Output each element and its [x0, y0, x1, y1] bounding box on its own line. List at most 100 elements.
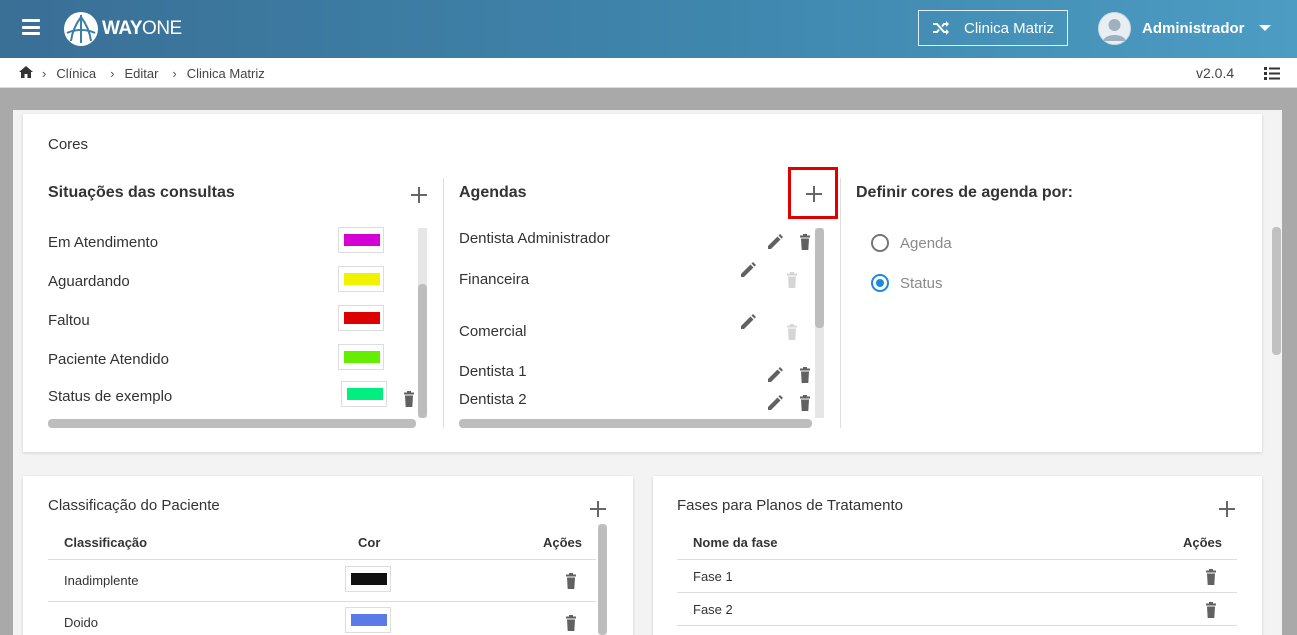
agenda-label: Financeira	[459, 271, 530, 288]
user-name: Administrador	[1142, 19, 1245, 37]
chevron-right-icon: ›	[110, 66, 115, 81]
color-fill	[344, 234, 380, 246]
pencil-icon[interactable]	[739, 313, 757, 331]
column-header: Cor	[358, 535, 381, 550]
hamburger-icon[interactable]	[22, 19, 40, 35]
breadcrumb-editar[interactable]: Editar	[124, 66, 158, 81]
pencil-icon[interactable]	[766, 394, 784, 412]
column-header: Ações	[1183, 535, 1223, 550]
divider	[443, 178, 444, 428]
column-header: Nome da fase	[693, 535, 778, 550]
fases-title: Fases para Planos de Tratamento	[677, 497, 903, 514]
agendas-vscroll[interactable]	[815, 228, 824, 418]
divider	[48, 559, 596, 560]
trash-icon	[787, 272, 797, 288]
situacao-color-swatch[interactable]	[338, 305, 384, 331]
chevron-right-icon: ›	[42, 66, 47, 81]
cores-title: Cores	[48, 136, 89, 153]
situacoes-hscroll[interactable]	[48, 419, 416, 428]
user-avatar-icon	[1098, 11, 1131, 45]
table-cell: Inadimplente	[64, 573, 139, 588]
trash-icon[interactable]	[796, 394, 814, 412]
divider	[677, 559, 1237, 560]
clinic-switch-button[interactable]: Clinica Matriz	[918, 10, 1068, 46]
breadcrumb-bar: › Clínica › Editar › Clinica Matriz v2.0…	[0, 58, 1297, 88]
breadcrumb-clinica-matriz: Clinica Matriz	[186, 66, 265, 81]
top-bar: WAYONE Clinica Matriz Administrador	[0, 0, 1297, 58]
add-agenda-button[interactable]	[806, 186, 822, 202]
agenda-label: Dentista Administrador	[459, 230, 610, 247]
add-fase-button[interactable]	[1219, 501, 1235, 517]
situacao-color-swatch[interactable]	[338, 266, 384, 292]
shuffle-icon	[932, 21, 949, 35]
pencil-icon[interactable]	[739, 261, 757, 279]
color-fill	[351, 614, 387, 626]
trash-icon[interactable]	[1202, 601, 1220, 619]
situacao-color-swatch[interactable]	[341, 381, 387, 407]
trash-icon[interactable]	[562, 572, 580, 590]
radio-status-label[interactable]: Status	[900, 275, 943, 292]
color-fill	[344, 351, 380, 363]
scroll-thumb[interactable]	[815, 228, 824, 328]
pencil-icon[interactable]	[766, 233, 784, 251]
color-fill	[347, 388, 383, 400]
divider	[840, 178, 841, 428]
situacoes-title: Situações das consultas	[48, 184, 235, 201]
agenda-label: Dentista 1	[459, 363, 527, 380]
clinic-button-label: Clinica Matriz	[963, 19, 1054, 37]
situacao-color-swatch[interactable]	[338, 344, 384, 370]
definir-title: Definir cores de agenda por:	[856, 184, 1073, 201]
radio-agenda-label[interactable]: Agenda	[900, 235, 952, 252]
situacao-label: Paciente Atendido	[48, 351, 169, 368]
pencil-icon[interactable]	[766, 366, 784, 384]
color-fill	[344, 273, 380, 285]
table-cell: Fase 1	[693, 569, 733, 584]
caret-down-icon	[1258, 25, 1271, 31]
user-menu[interactable]: Administrador	[1098, 11, 1271, 45]
classificacao-vscroll[interactable]	[598, 524, 607, 635]
situacao-label: Status de exemplo	[48, 388, 173, 405]
page-scrollbar-thumb[interactable]	[1272, 227, 1281, 355]
radio-status[interactable]	[871, 274, 889, 292]
breadcrumb-clinica[interactable]: Clínica	[56, 66, 96, 81]
trash-icon[interactable]	[1202, 568, 1220, 586]
column-header: Ações	[543, 535, 583, 550]
situacao-color-swatch[interactable]	[338, 227, 384, 253]
radio-agenda[interactable]	[871, 234, 889, 252]
wayone-logo[interactable]: WAYONE	[63, 12, 182, 46]
scroll-thumb[interactable]	[418, 284, 427, 418]
classificacao-color-swatch[interactable]	[345, 607, 391, 633]
trash-icon[interactable]	[562, 614, 580, 632]
agendas-hscroll[interactable]	[459, 419, 812, 428]
situacao-label: Em Atendimento	[48, 234, 159, 251]
situacoes-vscroll[interactable]	[418, 228, 427, 418]
list-icon[interactable]	[1264, 67, 1280, 80]
agendas-title: Agendas	[459, 184, 527, 201]
app-version: v2.0.4	[1196, 65, 1235, 81]
agenda-label: Dentista 2	[459, 391, 527, 408]
situacao-label: Faltou	[48, 312, 90, 329]
column-header: Classificação	[64, 535, 148, 550]
color-fill	[351, 573, 387, 585]
home-icon[interactable]	[19, 66, 33, 78]
scroll-thumb[interactable]	[598, 524, 607, 635]
divider	[677, 625, 1237, 626]
avatar	[1098, 11, 1131, 45]
chevron-right-icon: ›	[172, 66, 177, 81]
trash-icon[interactable]	[796, 233, 814, 251]
trash-icon[interactable]	[400, 390, 418, 408]
situacao-label: Aguardando	[48, 273, 130, 290]
table-cell: Doido	[64, 615, 98, 630]
logo-mark-icon	[64, 12, 98, 46]
classificacao-color-swatch[interactable]	[345, 566, 391, 592]
logo-text: WAYONE	[102, 18, 182, 39]
page-scrollbar[interactable]	[1271, 110, 1282, 635]
cores-card	[23, 114, 1262, 452]
trash-icon[interactable]	[796, 366, 814, 384]
add-classificacao-button[interactable]	[590, 501, 606, 517]
classificacao-title: Classificação do Paciente	[48, 497, 220, 514]
divider	[48, 601, 596, 602]
breadcrumb: › Clínica › Editar › Clinica Matriz	[42, 66, 279, 81]
agenda-label: Comercial	[459, 323, 527, 340]
add-situacao-button[interactable]	[411, 187, 427, 203]
